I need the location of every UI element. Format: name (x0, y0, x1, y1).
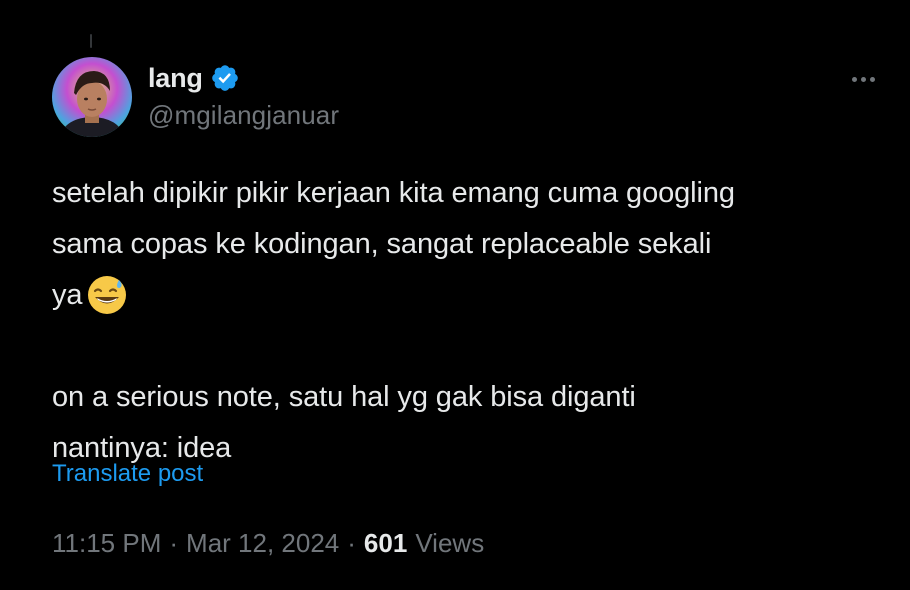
tweet-text: setelah dipikir pikir kerjaan kita emang… (52, 168, 892, 474)
meta-separator: · (347, 528, 356, 558)
avatar[interactable] (52, 57, 132, 137)
tweet-date[interactable]: Mar 12, 2024 (186, 528, 339, 559)
tweet-line: sama copas ke kodingan, sangat replaceab… (52, 228, 712, 260)
tweet-line-text: ya (52, 279, 83, 311)
views-label[interactable]: Views (415, 528, 484, 559)
tweet-line-with-emoji: ya (52, 270, 892, 321)
thread-connector-line (90, 34, 92, 48)
tweet-time[interactable]: 11:15 PM (52, 528, 161, 559)
translate-post-link[interactable]: Translate post (52, 460, 203, 488)
verified-badge-icon[interactable] (210, 63, 240, 93)
more-dot (860, 76, 866, 82)
tweet-line: on a serious note, satu hal yg gak bisa … (52, 381, 636, 413)
more-dot (869, 76, 875, 82)
tweet-line: setelah dipikir pikir kerjaan kita emang… (52, 177, 735, 209)
views-count[interactable]: 601 (364, 528, 407, 559)
grinning-face-with-sweat-icon (86, 274, 128, 316)
author-display-name[interactable]: lang (148, 63, 203, 94)
author-handle[interactable]: @mgilangjanuar (148, 100, 339, 131)
tweet-meta: 11:15 PM · Mar 12, 2024 · 601 Views (52, 528, 484, 559)
meta-separator: · (169, 528, 179, 558)
more-horizontal-icon (851, 76, 857, 82)
more-options-button[interactable] (840, 64, 886, 94)
author-name-row: lang (148, 60, 240, 96)
